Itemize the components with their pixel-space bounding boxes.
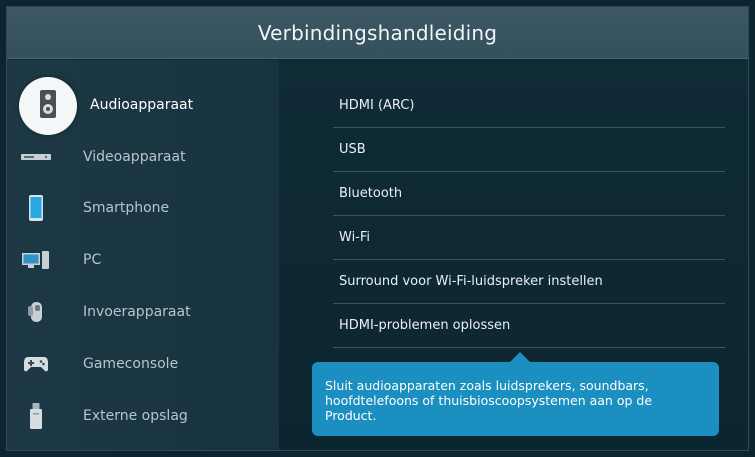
pc-icon	[21, 245, 51, 275]
tooltip-arrow	[510, 352, 530, 362]
sidebar-item-label: PC	[83, 252, 102, 268]
menu-item-label: Wi-Fi	[339, 230, 371, 245]
sidebar-item-pc[interactable]: PC	[7, 235, 279, 285]
info-tooltip: Sluit audioapparaten zoals luidsprekers,…	[312, 362, 719, 436]
menu-item-hdmi-arc[interactable]: HDMI (ARC)	[333, 84, 725, 128]
menu-item-wifi[interactable]: Wi-Fi	[333, 216, 725, 260]
sidebar-item-label: Externe opslag	[83, 408, 188, 424]
menu-item-label: USB	[339, 142, 366, 157]
sidebar-item-audio-device[interactable]: Audioapparaat	[7, 77, 279, 135]
video-player-icon	[21, 142, 51, 172]
usb-drive-icon	[21, 401, 51, 431]
sidebar: Audioapparaat Videoapparaat Smartphone P…	[7, 60, 279, 450]
sidebar-item-label: Gameconsole	[83, 356, 179, 372]
sidebar-item-smartphone[interactable]: Smartphone	[7, 183, 279, 233]
menu-item-label: Surround voor Wi-Fi-luidspreker instelle…	[339, 274, 603, 289]
header-bar: Verbindingshandleiding	[7, 7, 748, 59]
menu-item-hdmi-troubleshooting[interactable]: HDMI-problemen oplossen	[333, 304, 725, 348]
gamepad-icon	[21, 349, 51, 379]
input-device-icon	[21, 297, 51, 327]
sidebar-item-label: Invoerapparaat	[83, 304, 191, 320]
page-title: Verbindingshandleiding	[257, 20, 498, 45]
menu-item-label: HDMI (ARC)	[339, 98, 415, 113]
menu-item-label: HDMI-problemen oplossen	[339, 318, 511, 333]
menu-item-wifi-speaker-surround[interactable]: Surround voor Wi-Fi-luidspreker instelle…	[333, 260, 725, 304]
sidebar-item-input-device[interactable]: Invoerapparaat	[7, 287, 279, 337]
speaker-icon	[39, 89, 57, 123]
menu-item-usb[interactable]: USB	[333, 128, 725, 172]
menu-item-bluetooth[interactable]: Bluetooth	[333, 172, 725, 216]
menu-item-label: Bluetooth	[339, 186, 403, 201]
sidebar-item-label: Audioapparaat	[90, 97, 194, 113]
smartphone-icon	[21, 193, 51, 223]
sidebar-item-label: Videoapparaat	[83, 149, 186, 165]
selected-highlight	[19, 77, 77, 135]
sidebar-item-external-storage[interactable]: Externe opslag	[7, 391, 279, 441]
sidebar-item-game-console[interactable]: Gameconsole	[7, 339, 279, 389]
tooltip-text: Sluit audioapparaten zoals luidsprekers,…	[325, 378, 653, 423]
sidebar-item-label: Smartphone	[83, 200, 170, 216]
sidebar-item-video-device[interactable]: Videoapparaat	[7, 132, 279, 182]
